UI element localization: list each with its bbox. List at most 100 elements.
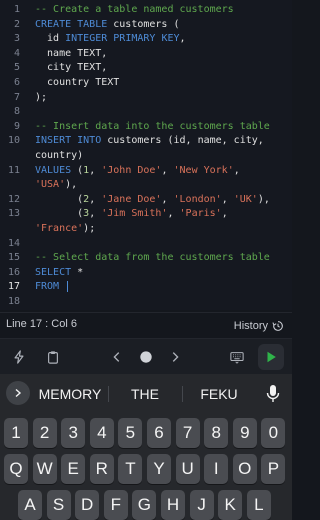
run-button[interactable] [258,344,284,370]
key-r[interactable]: R [89,454,114,484]
key-o[interactable]: O [232,454,257,484]
key-k[interactable]: K [218,490,243,520]
code-text[interactable]: -- Insert data into the customers table [35,120,292,135]
key-s[interactable]: S [46,490,71,520]
key-g[interactable]: G [132,490,157,520]
hide-keyboard-button[interactable] [224,344,250,370]
suggestion-1[interactable]: MEMORY [36,386,104,402]
software-keyboard: MEMORY THE FEKU 1234567890 QWERTYUIOP ASDF… [0,374,292,520]
key-t[interactable]: T [118,454,143,484]
line-number: 8 [13,106,20,118]
snippets-button[interactable] [6,344,32,370]
code-text[interactable]: 'USA'), [35,178,292,193]
code-text[interactable]: -- Select data from the customers table [35,251,292,266]
code-line[interactable]: 8 [0,105,292,120]
key-7[interactable]: 7 [175,418,200,448]
code-text[interactable]: city TEXT, [35,61,292,76]
code-token: -- Create a table named customers [35,4,234,15]
code-text[interactable]: ); [35,91,292,106]
code-text[interactable]: id INTEGER PRIMARY KEY, [35,32,292,47]
cursor-joystick[interactable] [133,344,159,370]
code-line[interactable]: 10 INSERT INTO customers (id, name, city, [0,134,292,149]
key-0[interactable]: 0 [261,418,286,448]
code-line[interactable]: 12 (2, 'Jane Doe', 'London', 'UK'), [0,193,292,208]
history-button[interactable]: History [234,317,284,335]
code-line[interactable]: 'USA'), [0,178,292,193]
microphone-icon[interactable] [266,384,280,404]
editor-toolbar [0,338,292,374]
key-4[interactable]: 4 [89,418,114,448]
line-number: 6 [13,77,20,88]
key-l[interactable]: L [246,490,271,520]
key-3[interactable]: 3 [61,418,86,448]
key-p[interactable]: P [261,454,286,484]
key-2[interactable]: 2 [32,418,57,448]
code-text[interactable]: FROM [35,280,292,295]
code-text[interactable]: (3, 'Jim Smith', 'Paris', [35,207,292,222]
key-5[interactable]: 5 [118,418,143,448]
code-line[interactable]: 2 CREATE TABLE customers ( [0,18,292,33]
code-text[interactable]: country) [35,149,292,164]
key-j[interactable]: J [189,490,214,520]
key-8[interactable]: 8 [204,418,229,448]
code-token: 'London' [173,193,222,205]
suggestion-2[interactable]: THE [112,386,178,402]
code-token: VALUES [35,164,72,176]
code-text[interactable]: SELECT * [35,266,292,281]
code-line[interactable]: 14 [0,237,292,252]
code-editor[interactable]: 1 -- Create a table named customers 2 CREAT… [0,0,292,310]
code-line[interactable]: 9 -- Insert data into the customers table [0,120,292,135]
code-line[interactable]: 15 -- Select data from the customers tabl… [0,251,292,266]
code-line[interactable]: 13 (3, 'Jim Smith', 'Paris', [0,207,292,222]
key-d[interactable]: D [75,490,100,520]
code-line[interactable]: 16 SELECT * [0,266,292,281]
code-text[interactable]: name TEXT, [35,47,292,62]
code-text[interactable]: INSERT INTO customers (id, name, city, [35,134,292,149]
code-line[interactable]: 1 -- Create a table named customers [0,3,292,18]
code-line[interactable]: country) [0,149,292,164]
key-q[interactable]: Q [4,454,28,484]
paste-button[interactable] [40,344,66,370]
key-f[interactable]: F [103,490,128,520]
code-line[interactable]: 7); [0,91,292,106]
code-text[interactable]: country TEXT [35,76,292,91]
line-number: 12 [7,193,20,205]
key-1[interactable]: 1 [4,418,28,448]
code-token: ( [71,164,84,176]
key-h[interactable]: H [161,490,185,520]
code-token: ); [35,91,48,103]
code-text[interactable]: CREATE TABLE customers ( [35,18,292,33]
code-token: CREATE TABLE [35,18,108,30]
key-9[interactable]: 9 [232,418,257,448]
code-line[interactable]: 17 FROM [0,280,292,295]
code-text[interactable]: VALUES (1, 'John Doe', 'New York', [35,164,292,179]
key-w[interactable]: W [32,454,57,484]
suggestions-expand-button[interactable] [6,381,30,405]
key-u[interactable]: U [175,454,200,484]
code-line[interactable]: 18 [0,295,292,310]
code-line[interactable]: 11 VALUES (1, 'John Doe', 'New York', [0,164,292,179]
cursor-dot-icon [140,351,152,363]
key-y[interactable]: Y [147,454,171,484]
code-line[interactable]: 3 id INTEGER PRIMARY KEY, [0,32,292,47]
code-text[interactable]: -- Create a table named customers [35,3,292,18]
cursor-right-button[interactable] [162,344,188,370]
code-line[interactable]: 4 name TEXT, [0,47,292,62]
code-line[interactable]: 5 city TEXT, [0,61,292,76]
key-6[interactable]: 6 [147,418,171,448]
code-line[interactable]: 6 country TEXT [0,76,292,91]
code-line[interactable]: 'France'); [0,222,292,237]
key-a[interactable]: A [18,490,42,520]
code-token: country) [35,150,84,161]
clipboard-icon [48,351,58,364]
key-e[interactable]: E [61,454,86,484]
code-token: ( [35,193,84,205]
cursor-left-button[interactable] [104,344,130,370]
key-i[interactable]: I [204,454,229,484]
code-token: INTEGER PRIMARY KEY [65,33,180,45]
code-token: id [35,33,66,45]
code-text[interactable]: (2, 'Jane Doe', 'London', 'UK'), [35,193,292,208]
suggestion-3[interactable]: FEKU [186,386,252,402]
history-icon [272,321,283,331]
code-text[interactable]: 'France'); [35,222,292,237]
